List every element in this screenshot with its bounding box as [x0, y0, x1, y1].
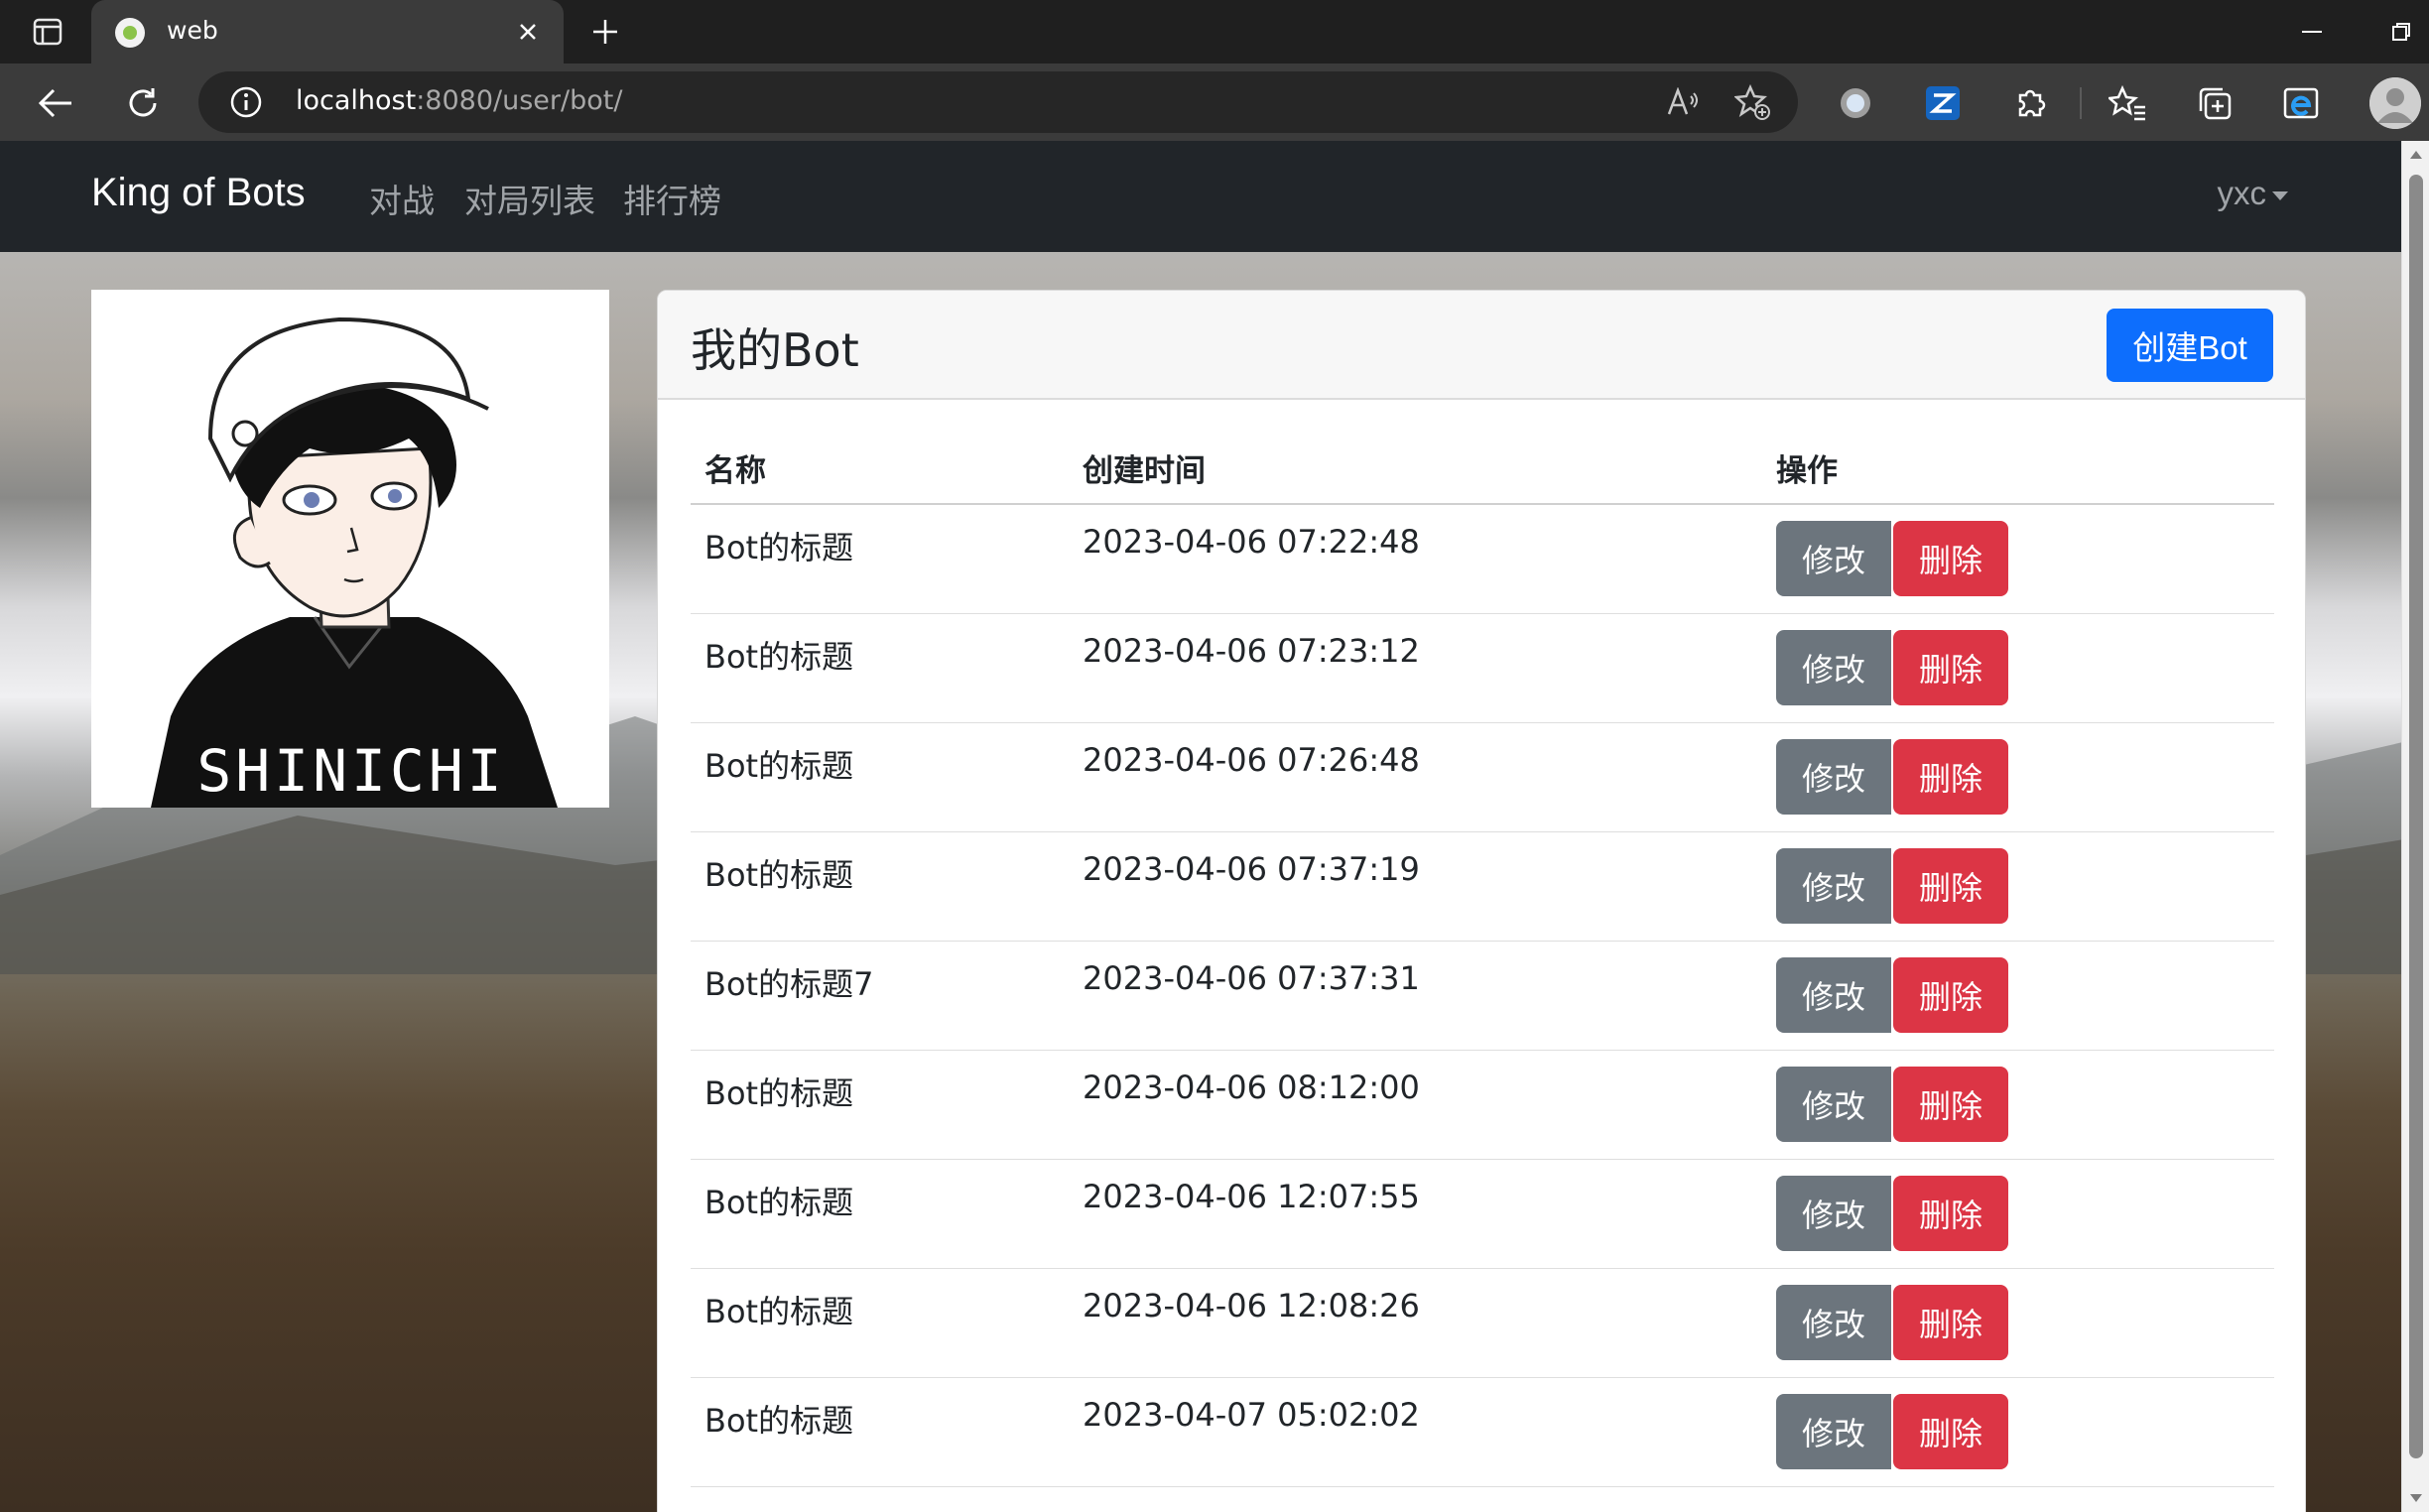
read-aloud-icon[interactable] — [1663, 82, 1703, 122]
browser-tab[interactable]: web — [91, 0, 564, 63]
edit-bot-button[interactable]: 修改 — [1776, 1176, 1891, 1251]
table-row: Bot的标题 2023-04-06 07:23:12 修改 删除 — [691, 614, 2274, 723]
url-text[interactable]: localhost:8080/user/bot/ — [296, 85, 622, 116]
column-header-actions: 操作 — [1776, 453, 1838, 489]
card-title: 我的Bot — [691, 323, 859, 377]
site-navbar: King of Bots 对战 对局列表 排行榜 yxc — [0, 141, 2429, 252]
create-bot-button[interactable]: 创建Bot — [2107, 309, 2273, 382]
shirt-text: SHINICHI — [196, 737, 505, 805]
edit-bot-button[interactable]: 修改 — [1776, 1285, 1891, 1360]
table-header: 名称 创建时间 操作 — [691, 418, 2274, 505]
delete-bot-button[interactable]: 删除 — [1893, 521, 2008, 596]
tab-actions-icon[interactable] — [20, 12, 75, 52]
bot-name: Bot的标题7 — [704, 965, 874, 1003]
scroll-thumb[interactable] — [2409, 175, 2423, 1458]
bot-list-card: 我的Bot 创建Bot 名称 创建时间 操作 Bot的标题 2023-04-06 … — [657, 290, 2306, 1512]
card-header: 我的Bot 创建Bot — [658, 291, 2305, 400]
browser-tab-strip: web — [0, 0, 2429, 63]
bot-table: 名称 创建时间 操作 Bot的标题 2023-04-06 07:22:48 修改 删除… — [691, 418, 2274, 1487]
bot-created-time: 2023-04-06 07:26:48 — [1083, 741, 1420, 779]
bot-name: Bot的标题 — [704, 638, 854, 676]
delete-bot-button[interactable]: 删除 — [1893, 739, 2008, 815]
close-icon[interactable] — [510, 14, 546, 50]
reload-icon[interactable] — [117, 77, 169, 129]
url-host: localhost — [296, 85, 417, 116]
browser-toolbar: localhost:8080/user/bot/ — [0, 63, 2429, 141]
toolbar-separator — [2080, 87, 2082, 119]
table-body: Bot的标题 2023-04-06 07:22:48 修改 删除 Bot的标题 2023-… — [691, 505, 2274, 1487]
bot-name: Bot的标题 — [704, 1184, 854, 1221]
table-row: Bot的标题 2023-04-06 07:22:48 修改 删除 — [691, 505, 2274, 614]
page-viewport: King of Bots 对战 对局列表 排行榜 yxc SHINICHI 我的… — [0, 141, 2429, 1512]
bot-created-time: 2023-04-06 07:37:19 — [1083, 850, 1420, 888]
favorites-icon[interactable] — [2102, 77, 2153, 129]
delete-bot-button[interactable]: 删除 — [1893, 957, 2008, 1033]
url-path: :8080/user/bot/ — [416, 85, 623, 116]
edit-bot-button[interactable]: 修改 — [1776, 630, 1891, 705]
delete-bot-button[interactable]: 删除 — [1893, 1285, 2008, 1360]
bot-name: Bot的标题 — [704, 1402, 854, 1440]
address-bar[interactable]: localhost:8080/user/bot/ — [198, 71, 1798, 133]
table-row: Bot的标题 2023-04-06 12:07:55 修改 删除 — [691, 1160, 2274, 1269]
info-icon[interactable] — [228, 84, 264, 120]
ie-mode-icon[interactable] — [2276, 77, 2328, 129]
delete-bot-button[interactable]: 删除 — [1893, 630, 2008, 705]
nav-link-record-list[interactable]: 对局列表 — [464, 175, 595, 222]
profile-icon[interactable] — [2369, 77, 2421, 129]
scroll-down-arrow-icon[interactable] — [2410, 1494, 2422, 1502]
table-row: Bot的标题 2023-04-06 08:12:00 修改 删除 — [691, 1051, 2274, 1160]
delete-bot-button[interactable]: 删除 — [1893, 1067, 2008, 1142]
page-scrollbar[interactable] — [2401, 141, 2429, 1512]
edit-bot-button[interactable]: 修改 — [1776, 1067, 1891, 1142]
bot-name: Bot的标题 — [704, 1074, 854, 1112]
edit-bot-button[interactable]: 修改 — [1776, 521, 1891, 596]
bot-created-time: 2023-04-07 05:02:02 — [1083, 1396, 1420, 1434]
delete-bot-button[interactable]: 删除 — [1893, 1394, 2008, 1469]
extension-circle-icon[interactable] — [1830, 77, 1881, 129]
collections-icon[interactable] — [2189, 77, 2240, 129]
tab-title: web — [167, 16, 218, 45]
edit-bot-button[interactable]: 修改 — [1776, 957, 1891, 1033]
avatar-illustration: SHINICHI — [91, 290, 609, 808]
username: yxc — [2217, 175, 2267, 211]
add-favorite-icon[interactable] — [1732, 82, 1772, 122]
puzzle-icon[interactable] — [2004, 77, 2056, 129]
bot-name: Bot的标题 — [704, 1293, 854, 1330]
column-header-name: 名称 — [704, 453, 766, 489]
bot-name: Bot的标题 — [704, 747, 854, 785]
delete-bot-button[interactable]: 删除 — [1893, 1176, 2008, 1251]
nav-link-ranklist[interactable]: 排行榜 — [623, 175, 721, 222]
profile-photo: SHINICHI — [91, 290, 609, 808]
edit-bot-button[interactable]: 修改 — [1776, 739, 1891, 815]
chevron-down-icon — [2272, 190, 2288, 200]
brand-link[interactable]: King of Bots — [91, 171, 306, 215]
bot-created-time: 2023-04-06 12:08:26 — [1083, 1287, 1420, 1324]
bot-created-time: 2023-04-06 08:12:00 — [1083, 1069, 1420, 1106]
table-row: Bot的标题7 2023-04-06 07:37:31 修改 删除 — [691, 942, 2274, 1051]
bot-name: Bot的标题 — [704, 856, 854, 894]
scroll-up-arrow-icon[interactable] — [2410, 151, 2422, 159]
bot-created-time: 2023-04-06 12:07:55 — [1083, 1178, 1420, 1215]
restore-icon[interactable] — [2373, 8, 2429, 56]
user-dropdown[interactable]: yxc — [2217, 175, 2288, 212]
plus-icon[interactable] — [583, 12, 627, 52]
back-icon[interactable] — [30, 77, 81, 129]
table-row: Bot的标题 2023-04-06 12:08:26 修改 删除 — [691, 1269, 2274, 1378]
table-row: Bot的标题 2023-04-06 07:26:48 修改 删除 — [691, 723, 2274, 832]
table-row: Bot的标题 2023-04-07 05:02:02 修改 删除 — [691, 1378, 2274, 1487]
column-header-created: 创建时间 — [1083, 453, 1206, 489]
edit-bot-button[interactable]: 修改 — [1776, 1394, 1891, 1469]
delete-bot-button[interactable]: 删除 — [1893, 848, 2008, 924]
table-row: Bot的标题 2023-04-06 07:37:19 修改 删除 — [691, 832, 2274, 942]
bot-created-time: 2023-04-06 07:23:12 — [1083, 632, 1420, 670]
bot-name: Bot的标题 — [704, 529, 854, 567]
minimize-icon[interactable] — [2284, 8, 2340, 56]
zotero-icon[interactable] — [1917, 77, 1969, 129]
bot-created-time: 2023-04-06 07:37:31 — [1083, 959, 1420, 997]
nav-link-battle[interactable]: 对战 — [369, 175, 435, 222]
edit-bot-button[interactable]: 修改 — [1776, 848, 1891, 924]
bot-created-time: 2023-04-06 07:22:48 — [1083, 523, 1420, 561]
favicon-icon — [115, 18, 145, 48]
